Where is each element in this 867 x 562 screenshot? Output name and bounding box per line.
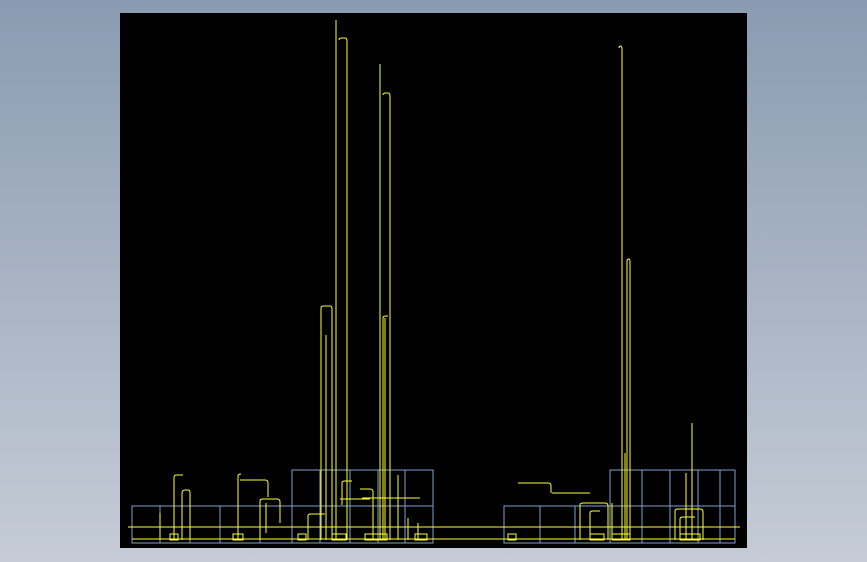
steel-frame-group [131,469,736,544]
branch-pipe [589,510,600,540]
cad-drawing-canvas[interactable] [120,13,747,548]
riser-pipe [338,37,348,540]
riser-pipe [618,45,623,540]
branch-pipe [679,516,695,540]
branch-pipe [237,473,269,540]
branch-pipe [181,489,191,540]
piping-group [128,20,740,540]
riser-pipe [626,258,631,540]
branch-pipe [674,508,704,540]
right-lower-frame [503,505,611,544]
branch-pipe [259,498,281,540]
branch-pipe [518,482,552,493]
piping-drawing [128,20,740,544]
left-lower-frame [131,505,293,544]
branch-pipe [360,488,374,540]
